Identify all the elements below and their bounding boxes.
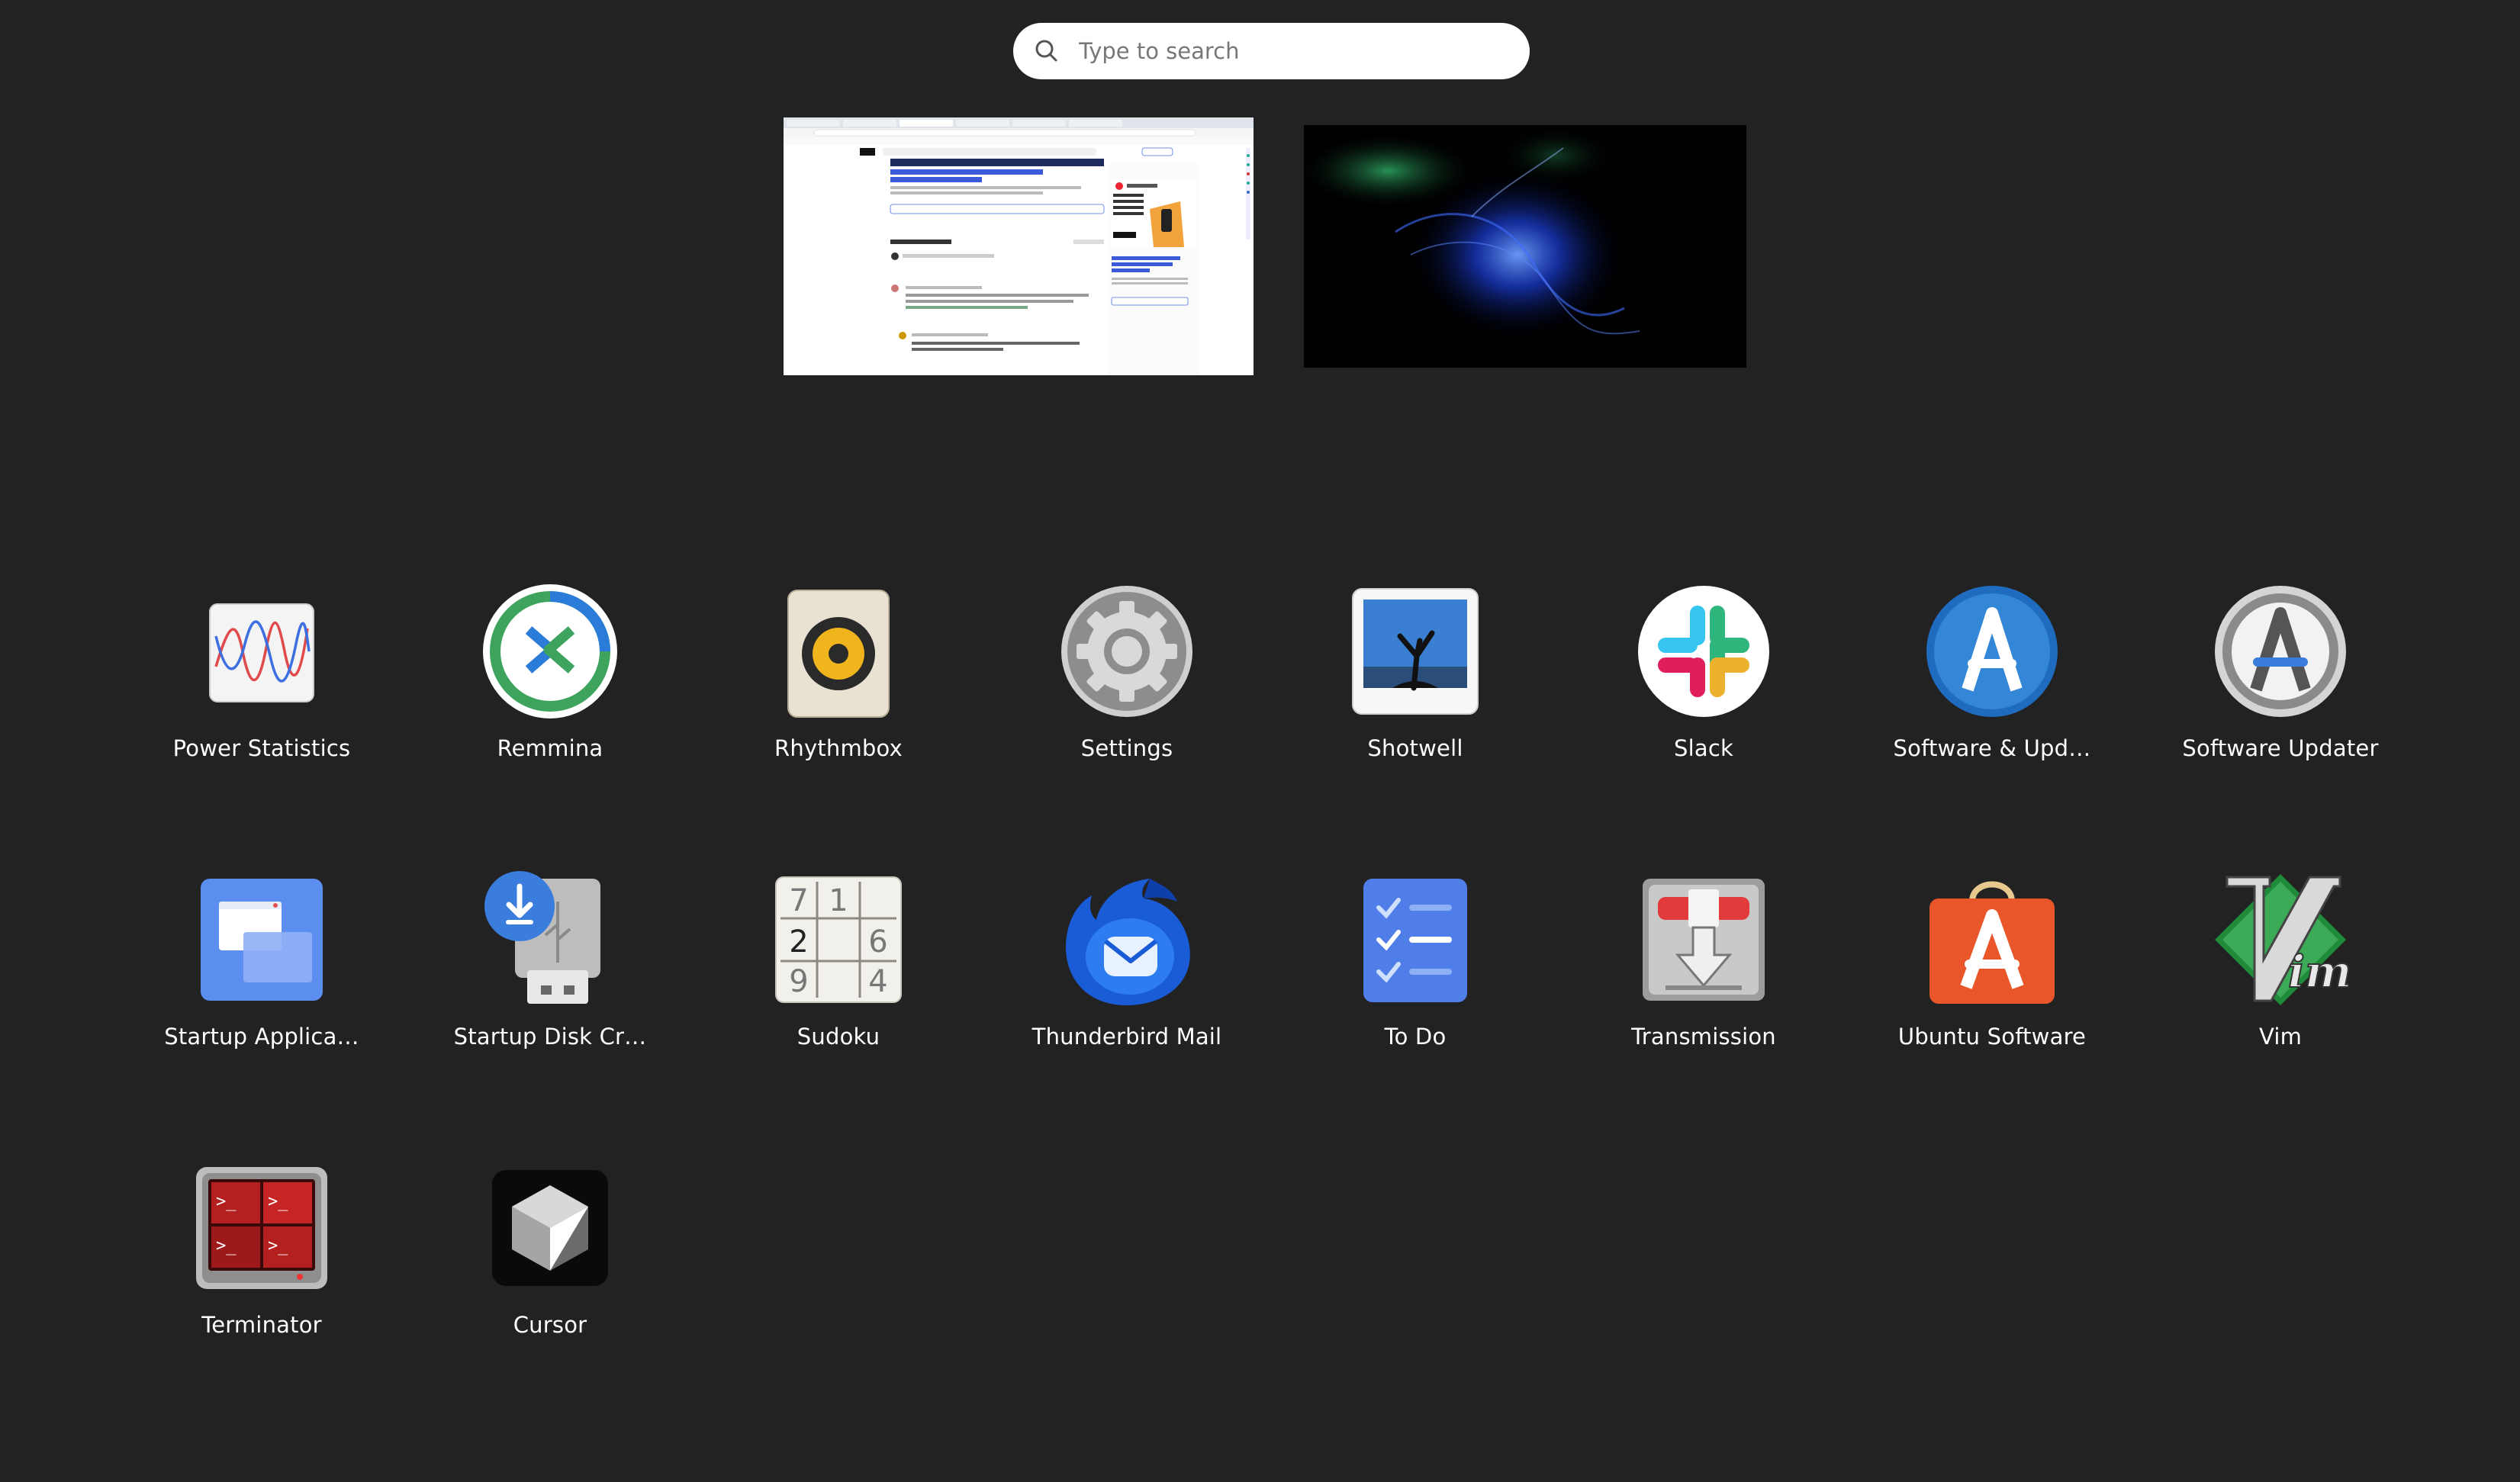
app-startup-disk-creator[interactable]: Startup Disk Cr…	[413, 871, 687, 1100]
app-label: Terminator	[201, 1312, 322, 1338]
svg-text:9: 9	[789, 964, 808, 999]
app-remmina[interactable]: Remmina	[413, 583, 687, 812]
app-todo[interactable]: To Do	[1278, 871, 1553, 1100]
app-vim[interactable]: im Vim	[2143, 871, 2418, 1100]
transmission-icon	[1635, 871, 1772, 1008]
app-label: Settings	[1080, 735, 1173, 761]
remmina-icon	[481, 583, 619, 720]
thunderbird-icon	[1058, 871, 1196, 1008]
sudoku-icon: 7 1 2 6 9 4	[770, 871, 907, 1008]
svg-text:>_: >_	[216, 1192, 237, 1211]
svg-text:4: 4	[868, 964, 887, 999]
search-bar[interactable]	[1013, 23, 1530, 79]
app-label: Remmina	[497, 735, 603, 761]
power-statistics-icon	[193, 583, 330, 720]
app-label: Thunderbird Mail	[1031, 1024, 1222, 1050]
app-label: Ubuntu Software	[1897, 1024, 2087, 1050]
browser-window-preview	[784, 117, 1254, 375]
app-label: Software Updater	[2182, 735, 2379, 761]
app-label: Startup Applica…	[164, 1024, 359, 1050]
svg-text:>_: >_	[268, 1236, 288, 1255]
app-label: Software & Upd…	[1893, 735, 2091, 761]
software-updates-icon	[1923, 583, 2061, 720]
svg-text:7: 7	[789, 883, 808, 918]
svg-text:2: 2	[789, 924, 808, 960]
app-label: Sudoku	[797, 1024, 880, 1050]
search-icon	[1033, 37, 1060, 68]
startup-applications-icon	[193, 871, 330, 1008]
app-cursor[interactable]: Cursor	[413, 1159, 687, 1388]
rhythmbox-icon	[770, 583, 907, 720]
settings-gear-icon	[1058, 583, 1196, 720]
app-label: Vim	[2258, 1024, 2303, 1050]
workspace-thumbnail-browser[interactable]	[784, 117, 1254, 375]
svg-text:>_: >_	[216, 1236, 237, 1255]
wallpaper-preview	[1304, 125, 1746, 368]
app-power-statistics[interactable]: Power Statistics	[124, 583, 399, 812]
svg-text:>_: >_	[268, 1192, 288, 1211]
app-startup-applications[interactable]: Startup Applica…	[124, 871, 399, 1100]
app-transmission[interactable]: Transmission	[1566, 871, 1841, 1100]
vim-icon: im	[2212, 871, 2349, 1008]
software-updater-icon	[2212, 583, 2349, 720]
app-label: Shotwell	[1367, 735, 1463, 761]
cursor-icon	[481, 1159, 619, 1297]
app-software-updates[interactable]: Software & Upd…	[1855, 583, 2129, 812]
todo-icon	[1347, 871, 1484, 1008]
app-label: Slack	[1674, 735, 1733, 761]
app-software-updater[interactable]: Software Updater	[2143, 583, 2418, 812]
slack-icon	[1635, 583, 1772, 720]
svg-text:im: im	[2288, 946, 2349, 998]
terminator-icon: >_ >_ >_ >_	[193, 1159, 330, 1297]
app-sudoku[interactable]: 7 1 2 6 9 4 Sudoku	[701, 871, 976, 1100]
app-rhythmbox[interactable]: Rhythmbox	[701, 583, 976, 812]
app-settings[interactable]: Settings	[990, 583, 1264, 812]
app-shotwell[interactable]: Shotwell	[1278, 583, 1553, 812]
startup-disk-creator-icon	[481, 871, 619, 1008]
app-slack[interactable]: Slack	[1566, 583, 1841, 812]
ubuntu-software-icon	[1923, 871, 2061, 1008]
app-label: To Do	[1384, 1024, 1447, 1050]
app-label: Power Statistics	[172, 735, 351, 761]
app-terminator[interactable]: >_ >_ >_ >_ Terminator	[124, 1159, 399, 1388]
app-ubuntu-software[interactable]: Ubuntu Software	[1855, 871, 2129, 1100]
app-label: Cursor	[513, 1312, 587, 1338]
app-label: Transmission	[1631, 1024, 1776, 1050]
shotwell-icon	[1347, 583, 1484, 720]
app-thunderbird-mail[interactable]: Thunderbird Mail	[990, 871, 1264, 1100]
svg-text:6: 6	[868, 924, 887, 960]
workspace-thumbnail-empty[interactable]	[1304, 125, 1746, 368]
svg-text:1: 1	[829, 883, 848, 918]
app-label: Rhythmbox	[774, 735, 903, 761]
search-input[interactable]	[1077, 37, 1508, 65]
app-label: Startup Disk Cr…	[453, 1024, 647, 1050]
